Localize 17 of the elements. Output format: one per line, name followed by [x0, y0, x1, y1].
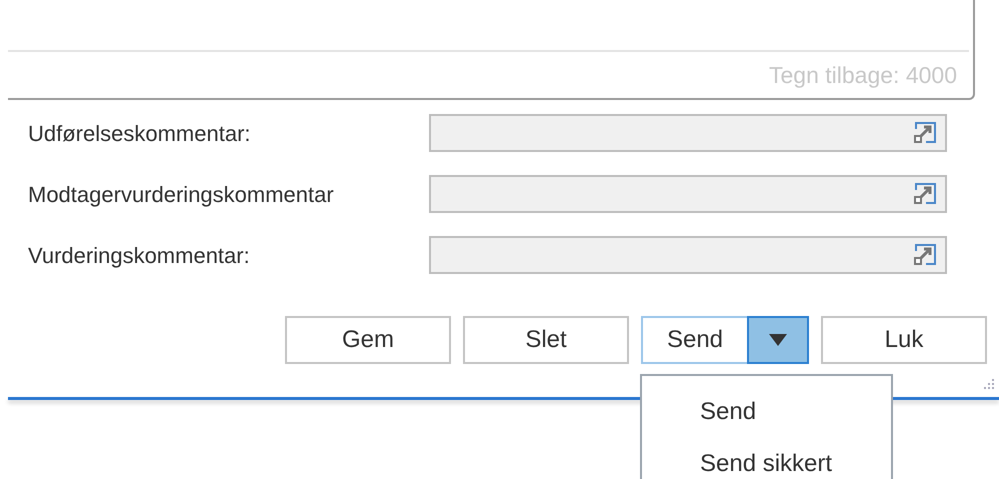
dialog-button[interactable]: Luk [821, 316, 987, 364]
dropdown-toggle[interactable] [747, 316, 809, 364]
menu-item[interactable]: Send [642, 386, 891, 438]
menu-item[interactable]: Send sikkert [642, 438, 891, 479]
dialog-button[interactable]: Slet [463, 316, 629, 364]
expand-icon[interactable] [913, 121, 937, 145]
field-label: Modtagervurderingskommentar [27, 180, 335, 209]
dialog-button[interactable]: Gem [285, 316, 451, 364]
expand-icon[interactable] [913, 243, 937, 267]
input-field[interactable] [429, 236, 947, 274]
field-label: Vurderingskommentar: [27, 242, 251, 270]
caret-icon [769, 334, 787, 346]
expand-icon[interactable] [913, 182, 937, 206]
input-field[interactable] [429, 175, 947, 213]
input-field[interactable] [429, 114, 947, 152]
field-label: Udførelseskommentar: [27, 120, 252, 148]
send-button[interactable]: Send [641, 316, 747, 364]
